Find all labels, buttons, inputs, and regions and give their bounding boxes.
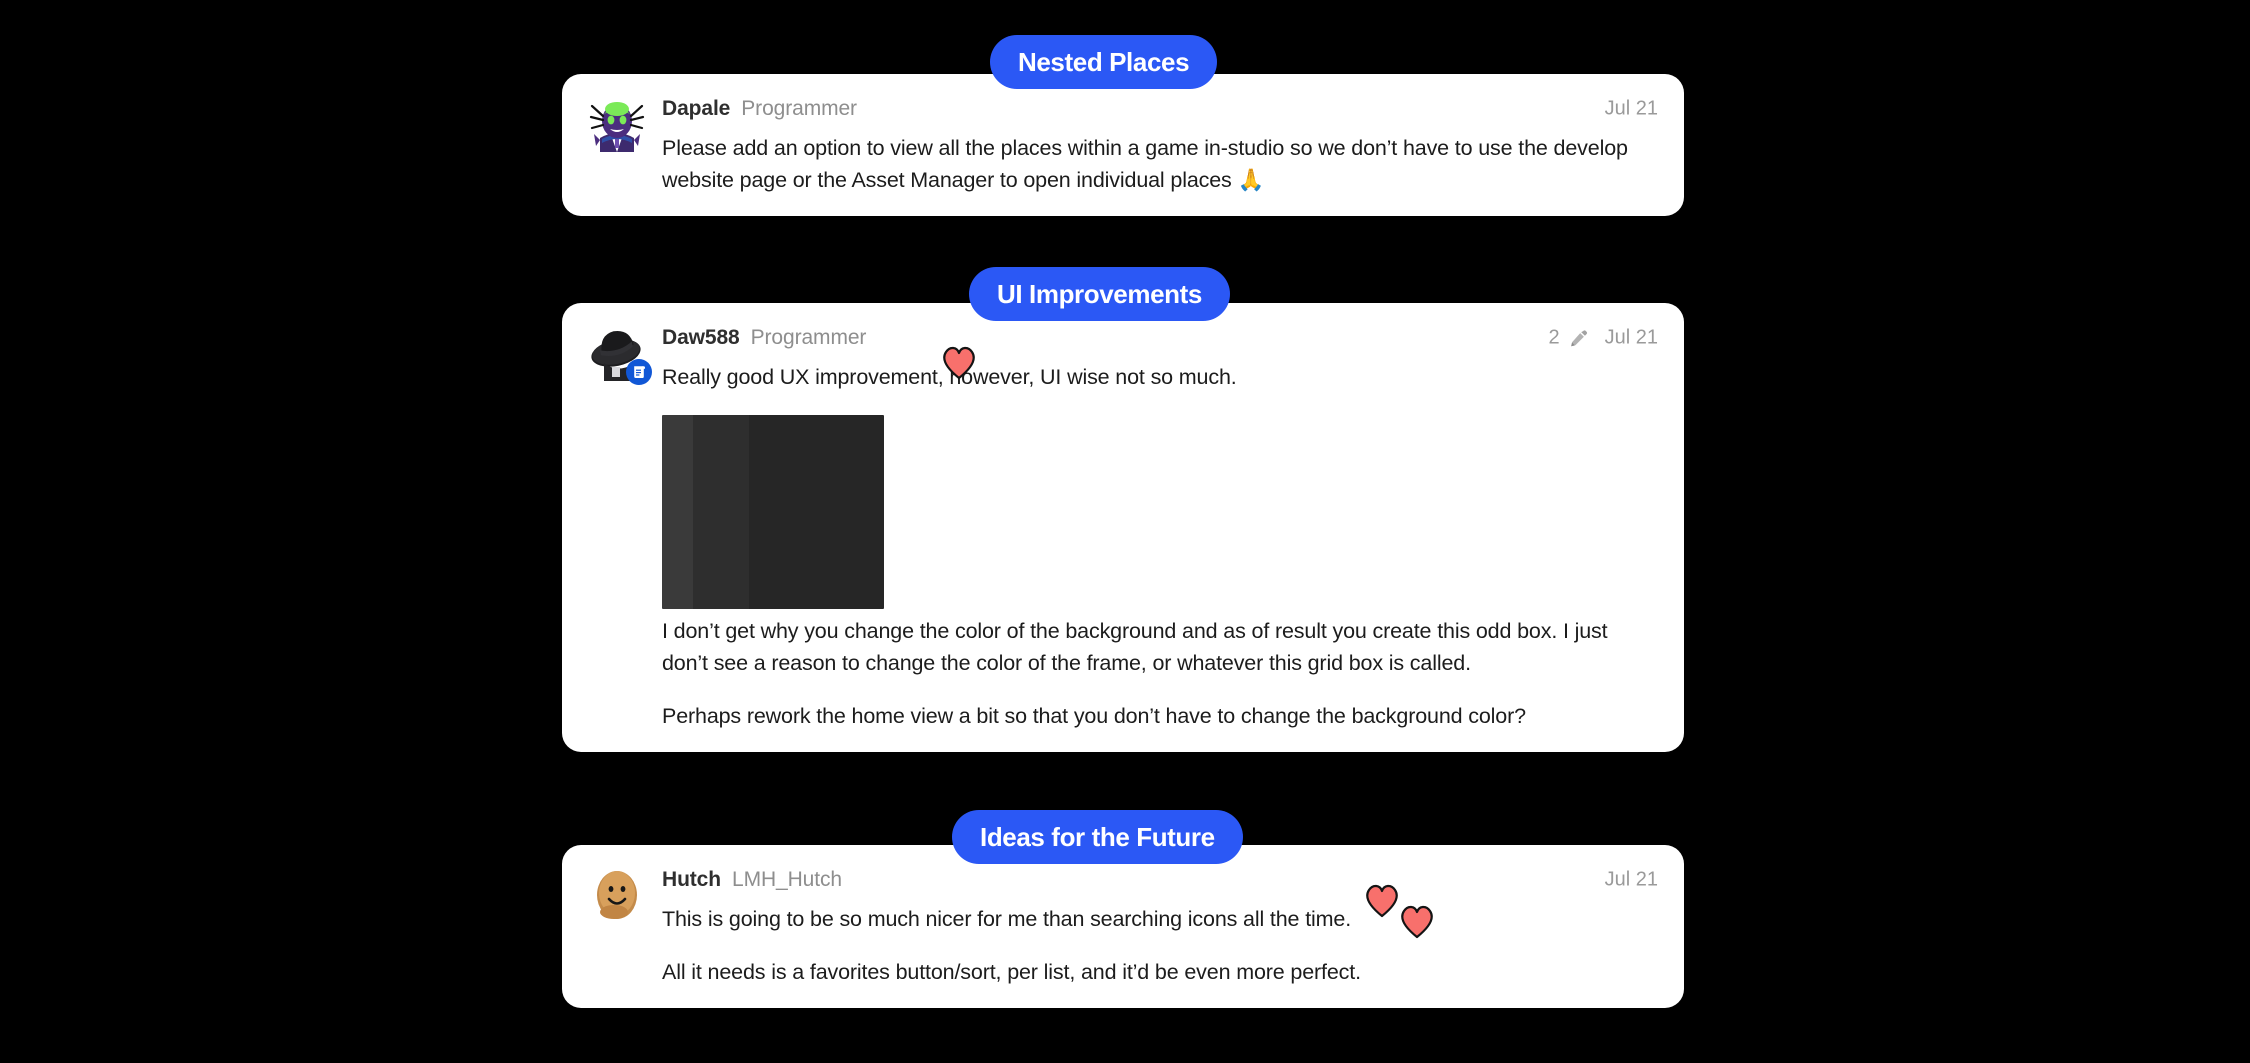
dark-ui-screenshot[interactable] [662, 415, 884, 609]
post-username[interactable]: Dapale [662, 97, 730, 121]
script-badge-icon [626, 359, 652, 385]
post-body: This is going to be so much nicer for me… [662, 903, 1658, 988]
post-header: Dapale Programmer Jul 21 [662, 92, 1658, 126]
post-card[interactable]: Hutch LMH_Hutch Jul 21 This is going to … [562, 845, 1684, 1008]
post-user-role: Programmer [750, 326, 867, 349]
pencil-icon[interactable] [1569, 328, 1589, 348]
heart-annotation-2 [1363, 882, 1401, 923]
post-paragraph: I don’t get why you change the color of … [662, 619, 1608, 675]
post-body: Please add an option to view all the pla… [662, 132, 1658, 196]
post-card[interactable]: Dapale Programmer Jul 21 Please add an o… [562, 74, 1684, 216]
post-username[interactable]: Daw588 [662, 326, 740, 350]
post-card[interactable]: Daw588 Programmer 2 Jul 21 Really good U… [562, 303, 1684, 752]
post-paragraph: This is going to be so much nicer for me… [662, 907, 1352, 931]
category-tag-nested-places[interactable]: Nested Places [990, 35, 1218, 89]
post-paragraph: All it needs is a favorites button/sort,… [662, 960, 1361, 984]
dapale-avatar[interactable] [588, 94, 646, 152]
heart-annotation-3 [1398, 903, 1436, 944]
screenshot-stage: Dapale Programmer Jul 21 Please add an o… [0, 0, 2250, 1063]
hutch-avatar[interactable] [588, 865, 646, 923]
post-body: Really good UX improvement, however, UI … [662, 361, 1658, 732]
post-date: Jul 21 [1604, 326, 1658, 349]
post-username[interactable]: Hutch [662, 868, 721, 892]
post-user-role: LMH_Hutch [732, 868, 842, 891]
edit-count: 2 [1548, 326, 1560, 349]
post-header: Hutch LMH_Hutch Jul 21 [662, 863, 1658, 897]
image-band-mid [693, 415, 749, 609]
post-date: Jul 21 [1604, 97, 1658, 120]
post-paragraph: Really good UX improvement, however, UI … [662, 365, 1237, 389]
category-tag-ui-improvements[interactable]: UI Improvements [969, 267, 1230, 321]
post-date: Jul 21 [1604, 868, 1658, 891]
post-header: Daw588 Programmer 2 Jul 21 [662, 321, 1658, 355]
heart-annotation-1 [940, 344, 978, 385]
image-band-left [662, 415, 693, 609]
image-band-right [749, 415, 884, 609]
category-tag-ideas-for-the-future[interactable]: Ideas for the Future [952, 810, 1243, 864]
post-meta: Jul 21 [1598, 869, 1658, 892]
post-paragraph: Please add an option to view all the pla… [662, 136, 1628, 192]
post-meta: 2 Jul 21 [1549, 327, 1659, 350]
post-paragraph: Perhaps rework the home view a bit so th… [662, 704, 1526, 728]
post-user-role: Programmer [741, 97, 857, 120]
daw588-avatar[interactable] [588, 323, 652, 385]
post-meta: Jul 21 [1598, 98, 1658, 121]
